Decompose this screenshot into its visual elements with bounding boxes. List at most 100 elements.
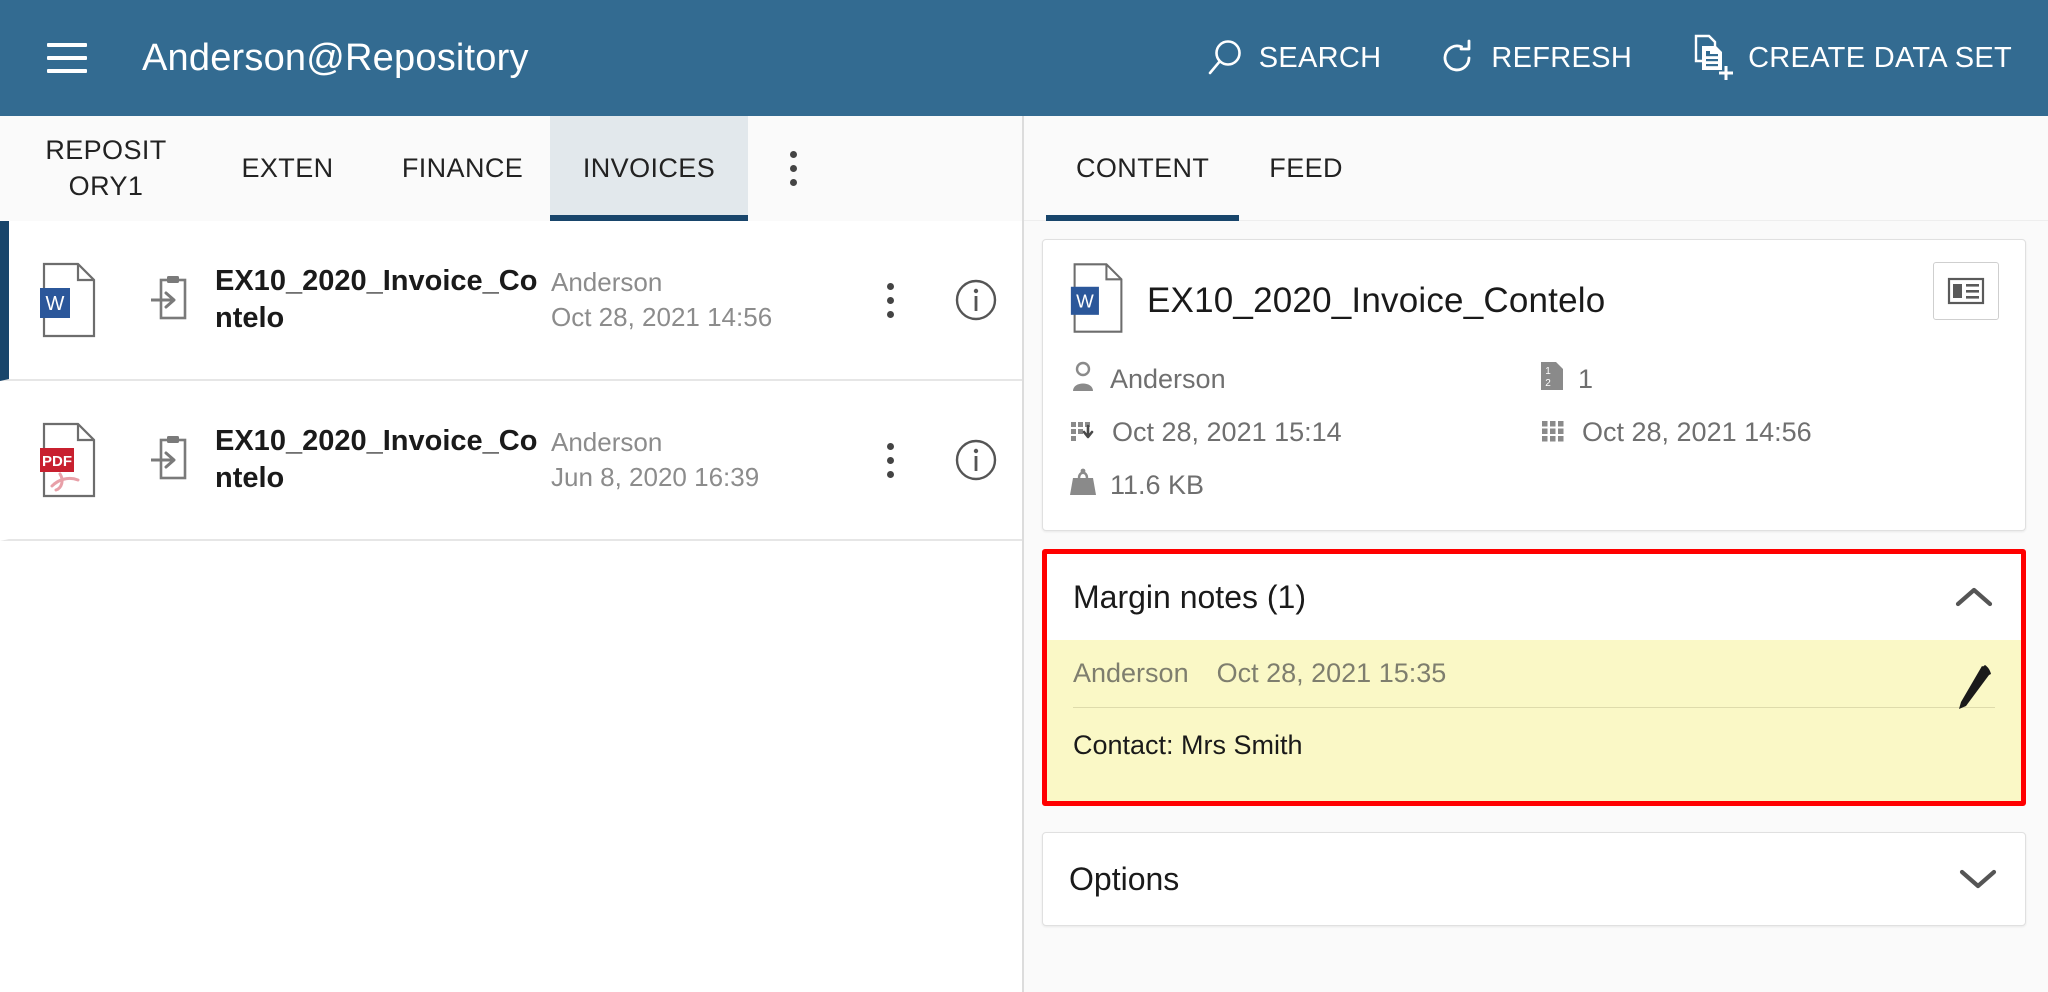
tab-finance[interactable]: FINANCE xyxy=(375,116,550,221)
app-title: Anderson@Repository xyxy=(142,36,529,79)
repository-tab-bar: REPOSITORY1 EXTEN FINANCE INVOICES xyxy=(0,116,1022,221)
kebab-dot xyxy=(789,179,797,186)
pencil-icon[interactable] xyxy=(1949,662,1995,719)
metadata-checked-in-date: Oct 28, 2021 15:14 xyxy=(1069,414,1529,451)
kebab-dots xyxy=(886,282,894,318)
metadata-author-value: Anderson xyxy=(1110,364,1226,394)
file-name: EX10_2020_Invoice_Contelo xyxy=(215,424,538,494)
tab-exten[interactable]: EXTEN xyxy=(200,116,375,221)
options-title: Options xyxy=(1069,860,1180,897)
margin-notes-title: Margin notes (1) xyxy=(1073,578,1306,615)
word-file-icon: W xyxy=(9,262,129,338)
kebab-dot xyxy=(789,151,797,158)
chevron-down-icon[interactable] xyxy=(1957,864,1999,894)
svg-text:W: W xyxy=(1076,290,1094,311)
sidebar-item-repository1[interactable]: REPOSITORY1 xyxy=(0,116,200,221)
tab-invoices[interactable]: INVOICES xyxy=(550,116,748,221)
refresh-icon xyxy=(1435,35,1481,81)
metadata-file-size: 11.6 KB xyxy=(1069,467,1529,504)
file-author: Anderson xyxy=(551,426,663,457)
search-label: SEARCH xyxy=(1258,41,1382,74)
file-modified: Oct 28, 2021 14:56 xyxy=(551,302,773,332)
metadata-modified-date: Oct 28, 2021 14:56 xyxy=(1539,414,1999,451)
list-view-icon[interactable] xyxy=(1933,262,1999,320)
row-info-icon[interactable] xyxy=(930,436,1022,484)
kebab-dot xyxy=(886,282,894,290)
checked-in-date-icon xyxy=(1069,414,1099,451)
margin-notes-card: Margin notes (1) Anderson Oct 28, 2021 1… xyxy=(1042,549,2026,806)
kebab-dot xyxy=(886,470,894,478)
body-split: REPOSITORY1 EXTEN FINANCE INVOICES W EX1… xyxy=(0,116,2048,992)
left-pane: REPOSITORY1 EXTEN FINANCE INVOICES W EX1… xyxy=(0,116,1024,992)
svg-text:2: 2 xyxy=(1545,378,1551,389)
svg-text:1: 1 xyxy=(1545,366,1551,377)
file-size-icon xyxy=(1069,467,1097,504)
margin-note-author: Anderson xyxy=(1073,658,1189,688)
svg-text:W: W xyxy=(46,293,65,315)
file-meta: Anderson Oct 28, 2021 14:56 xyxy=(545,265,850,335)
options-header[interactable]: Options xyxy=(1043,833,2025,925)
metadata-grid: Anderson 1 2 1 Oct 28, 2021 15:14 Oct 28… xyxy=(1069,361,1999,504)
chevron-up-icon[interactable] xyxy=(1953,582,1995,612)
row-more-vertical-icon[interactable] xyxy=(850,442,930,478)
row-more-vertical-icon[interactable] xyxy=(850,282,930,318)
check-in-icon[interactable] xyxy=(129,274,215,326)
options-card: Options xyxy=(1042,832,2026,926)
metadata-checked-in-date-value: Oct 28, 2021 15:14 xyxy=(1112,417,1342,447)
margin-note-timestamp: Oct 28, 2021 15:35 xyxy=(1216,658,1447,688)
table-row[interactable]: W EX10_2020_Invoice_Contelo Anderson Oct… xyxy=(0,221,1022,381)
file-modified: Jun 8, 2020 16:39 xyxy=(551,462,760,492)
kebab-dot xyxy=(886,310,894,318)
hamburger-bar xyxy=(47,69,87,73)
more-vertical-icon[interactable] xyxy=(748,116,838,221)
pdf-file-icon: PDF xyxy=(9,422,129,498)
margin-note-item: Anderson Oct 28, 2021 15:35 Contact: Mrs… xyxy=(1047,640,2021,801)
file-list: W EX10_2020_Invoice_Contelo Anderson Oct… xyxy=(0,221,1022,541)
file-author: Anderson xyxy=(551,266,663,297)
hamburger-bar xyxy=(47,43,87,47)
hamburger-bar xyxy=(47,56,87,60)
file-name: EX10_2020_Invoice_Contelo xyxy=(215,264,538,334)
metadata-version: 1 2 1 xyxy=(1539,361,1999,398)
metadata-modified-date-value: Oct 28, 2021 14:56 xyxy=(1582,417,1812,447)
kebab-dot xyxy=(886,296,894,304)
search-button[interactable]: SEARCH xyxy=(1203,35,1382,81)
word-file-icon: W xyxy=(1069,262,1127,339)
modified-date-icon xyxy=(1539,414,1569,451)
kebab-dot xyxy=(789,165,797,172)
metadata-version-value: 1 xyxy=(1578,364,1594,394)
metadata-file-size-value: 11.6 KB xyxy=(1110,470,1205,500)
page-title: EX10_2020_Invoice_Contelo xyxy=(1147,280,1606,320)
user-icon xyxy=(1069,361,1097,398)
kebab-dots xyxy=(886,442,894,478)
table-row[interactable]: PDF EX10_2020_Invoice_Contelo Anderson J… xyxy=(0,381,1022,541)
check-in-icon[interactable] xyxy=(129,434,215,486)
row-info-icon[interactable] xyxy=(930,276,1022,324)
version-icon: 1 2 xyxy=(1539,361,1565,398)
create-data-set-label: CREATE DATA SET xyxy=(1748,41,2012,74)
create-data-set-button[interactable]: CREATE DATA SET xyxy=(1686,32,2012,84)
create-data-set-icon xyxy=(1686,32,1738,84)
file-meta: Anderson Jun 8, 2020 16:39 xyxy=(545,425,850,495)
search-icon xyxy=(1203,35,1249,81)
refresh-button[interactable]: REFRESH xyxy=(1435,35,1632,81)
right-pane: CONTENT FEED W EX10_2020_Invoice_Contelo xyxy=(1024,116,2048,992)
tab-feed[interactable]: FEED xyxy=(1239,116,1373,221)
metadata-author: Anderson xyxy=(1069,361,1529,398)
kebab-dot xyxy=(886,456,894,464)
detail-content: W EX10_2020_Invoice_Contelo Anderson 1 2… xyxy=(1024,221,2048,926)
detail-header: W EX10_2020_Invoice_Contelo xyxy=(1069,262,1999,339)
document-detail-card: W EX10_2020_Invoice_Contelo Anderson 1 2… xyxy=(1042,239,2026,531)
margin-notes-header[interactable]: Margin notes (1) xyxy=(1047,554,2021,640)
app-bar-actions: SEARCH REFRESH CREATE DATA SET xyxy=(1203,32,2024,84)
kebab-dot xyxy=(886,442,894,450)
kebab-dots xyxy=(789,151,797,186)
app-bar: Anderson@Repository SEARCH REFRESH CREAT… xyxy=(0,0,2048,116)
margin-note-text: Contact: Mrs Smith xyxy=(1073,730,1303,760)
hamburger-menu-icon[interactable] xyxy=(40,31,94,85)
refresh-label: REFRESH xyxy=(1491,41,1633,74)
tab-content[interactable]: CONTENT xyxy=(1046,116,1240,221)
detail-tab-bar: CONTENT FEED xyxy=(1024,116,2048,221)
margin-note-authorline: Anderson Oct 28, 2021 15:35 xyxy=(1073,658,1995,708)
svg-text:PDF: PDF xyxy=(42,453,72,470)
